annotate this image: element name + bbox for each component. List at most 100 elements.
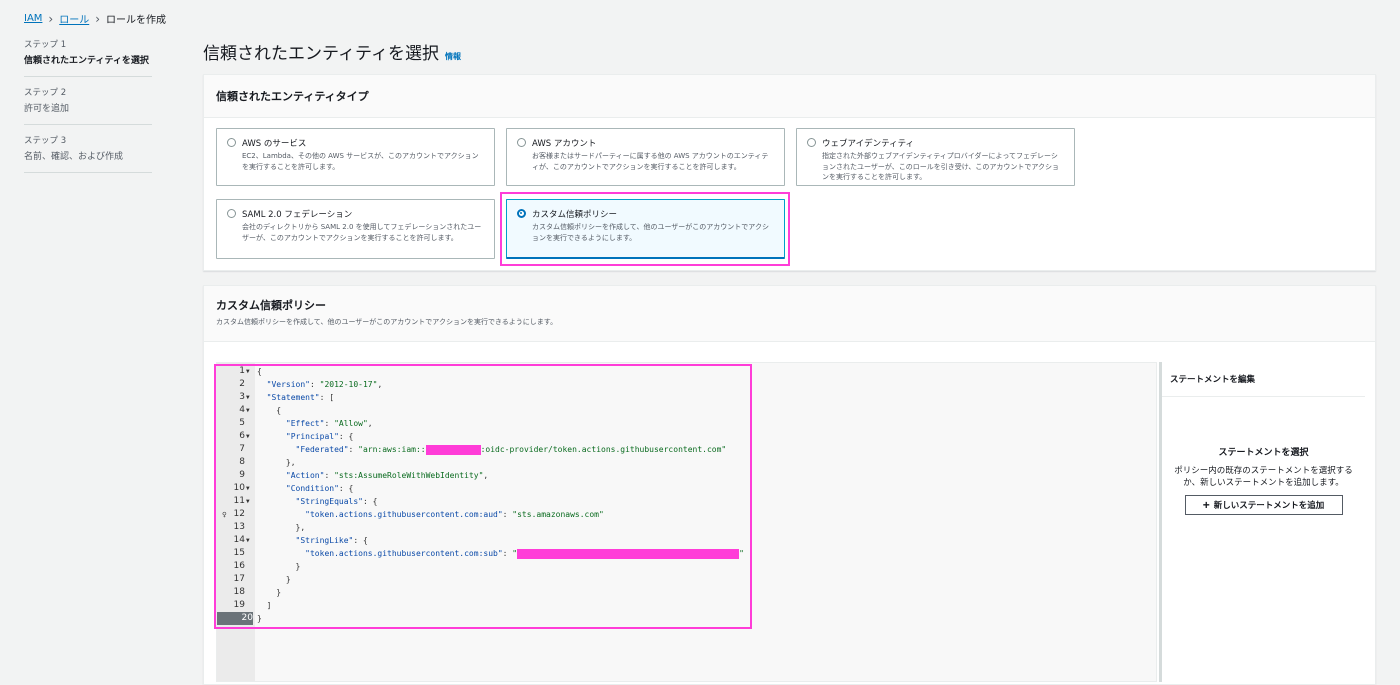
option-title: AWS のサービス [242,139,307,149]
radio-icon[interactable] [517,209,526,218]
wizard-steps: ステップ 1 信頼されたエンティティを選択 ステップ 2 許可を追加 ステップ … [24,38,152,182]
wizard-step-3: ステップ 3 名前、確認、および作成 [24,134,152,173]
trusted-entity-type-panel: 信頼されたエンティティタイプ AWS のサービス EC2、Lambda、その他の… [203,74,1376,271]
code-text: "Version": "2012-10-17", [266,380,383,389]
code-line[interactable]: 17 } [217,573,1156,586]
step-title: 許可を追加 [24,104,70,114]
option-desc: カスタム信頼ポリシーを作成して、他のユーザーがこのアカウントでアクションを実行で… [532,223,769,242]
option-title: AWS アカウント [532,139,597,149]
step-number: ステップ 1 [24,40,67,50]
code-line[interactable]: 6 ▼ "Principal": { [217,430,1156,443]
code-text: }, [257,458,296,467]
option-desc: 会社のディレクトリから SAML 2.0 を使用してフェデレーションされたユーザ… [242,223,482,242]
option-title: カスタム信頼ポリシー [532,210,618,220]
entity-option-saml[interactable]: SAML 2.0 フェデレーション 会社のディレクトリから SAML 2.0 を… [216,199,495,259]
chevron-right-icon: › [48,11,54,26]
line-number: 7 [239,444,245,454]
radio-icon[interactable] [227,138,236,147]
code-text: "Federated": "arn:aws:iam:::oidc-provide… [295,444,727,455]
fold-arrow-icon[interactable]: ▼ [246,495,250,508]
code-text: } [257,614,262,623]
select-statement-desc: ポリシー内の既存のステートメントを選択するか、新しいステートメントを追加します。 [1174,466,1353,489]
step-title: 名前、確認、および作成 [24,152,124,162]
code-line[interactable]: 7 "Federated": "arn:aws:iam:::oidc-provi… [217,443,1156,456]
fold-arrow-icon[interactable]: ▼ [246,391,250,404]
statement-editor-panel: ステートメントを編集 ステートメントを選択 ポリシー内の既存のステートメントを選… [1159,362,1365,682]
code-text: { [257,406,282,415]
code-text: "token.actions.githubusercontent.com:aud… [305,510,604,519]
breadcrumb-current: ロールを作成 [106,15,167,26]
line-number: 10 [233,483,245,493]
radio-icon[interactable] [807,138,816,147]
step-title: 信頼されたエンティティを選択 [24,56,149,66]
line-number: 15 [233,548,245,558]
entity-option-web-identity[interactable]: ウェブアイデンティティ 指定された外部ウェブアイデンティティプロバイダーによって… [796,128,1075,186]
page-title: 信頼されたエンティティを選択 [203,44,439,64]
code-line[interactable]: 11 ▼ "StringEquals": { [217,495,1156,508]
fold-arrow-icon[interactable]: ▼ [246,365,250,378]
code-line[interactable]: 9 "Action": "sts:AssumeRoleWithWebIdenti… [217,469,1156,482]
chevron-right-icon: › [95,11,101,26]
code-text: "Action": "sts:AssumeRoleWithWebIdentity… [285,471,489,480]
entity-option-aws-account[interactable]: AWS アカウント お客様またはサードパーティーに属する他の AWS アカウント… [506,128,785,186]
line-number: 19 [233,600,245,610]
code-text: "Condition": { [285,484,354,493]
add-statement-button[interactable]: + 新しいステートメントを追加 [1184,494,1343,515]
redacted-subject [517,548,740,559]
code-line[interactable]: 19 ] [217,599,1156,612]
code-text: ] [257,601,272,610]
panel-description: カスタム信頼ポリシーを作成して、他のユーザーがこのアカウントでアクションを実行で… [216,318,558,326]
code-line[interactable]: 18 } [217,586,1156,599]
code-line[interactable]: 3 ▼ "Statement": [ [217,391,1156,404]
line-number: 1 [239,366,245,376]
breadcrumb-iam-link[interactable]: IAM [24,13,42,24]
line-number: 11 [233,496,245,506]
code-line[interactable]: 10 ▼ "Condition": { [217,482,1156,495]
radio-icon[interactable] [227,209,236,218]
code-line[interactable]: 2 "Version": "2012-10-17", [217,378,1156,391]
plus-icon: + [1202,497,1210,512]
code-line[interactable]: 5 "Effect": "Allow", [217,417,1156,430]
code-text: } [257,575,291,584]
wizard-step-2: ステップ 2 許可を追加 [24,86,152,125]
code-text: "StringEquals": { [295,497,378,506]
radio-icon[interactable] [517,138,526,147]
line-number: 5 [239,418,245,428]
entity-option-aws-service[interactable]: AWS のサービス EC2、Lambda、その他の AWS サービスが、このアカ… [216,128,495,186]
code-line[interactable]: 12 ♀ "token.actions.githubusercontent.com… [217,508,1156,521]
code-line[interactable]: 20} [217,612,1156,625]
option-title: SAML 2.0 フェデレーション [242,210,353,220]
line-number: 14 [233,535,245,545]
info-link[interactable]: 情報 [445,51,461,62]
wizard-step-1: ステップ 1 信頼されたエンティティを選択 [24,38,152,77]
entity-option-custom-trust-policy[interactable]: カスタム信頼ポリシー カスタム信頼ポリシーを作成して、他のユーザーがこのアカウン… [506,199,785,259]
code-text: { [257,367,262,376]
code-line[interactable]: 14 ▼ "StringLike": { [217,534,1156,547]
code-line[interactable]: 1 ▼ { [217,365,1156,378]
code-text: } [257,562,301,571]
fold-arrow-icon[interactable]: ▼ [246,404,250,417]
code-line[interactable]: 16 } [217,560,1156,573]
code-line[interactable]: 8 }, [217,456,1156,469]
panel-heading: カスタム信頼ポリシー [216,299,326,312]
line-number: 6 [239,431,245,441]
line-number: 8 [239,457,245,467]
code-text: }, [257,523,306,532]
fold-arrow-icon[interactable]: ▼ [246,482,250,495]
step-number: ステップ 3 [24,136,67,146]
line-number: 4 [239,405,245,415]
code-line[interactable]: 4 ▼ { [217,404,1156,417]
lightbulb-icon[interactable]: ♀ [222,508,227,521]
panel-header: 信頼されたエンティティタイプ [204,75,1375,118]
add-statement-label: 新しいステートメントを追加 [1213,499,1325,510]
fold-arrow-icon[interactable]: ▼ [246,430,250,443]
policy-json-editor[interactable]: 1 ▼{2 "Version": "2012-10-17", 3 ▼ "Stateme… [216,362,1157,682]
custom-trust-policy-panel: カスタム信頼ポリシー カスタム信頼ポリシーを作成して、他のユーザーがこのアカウン… [203,285,1376,685]
code-text: } [257,588,282,597]
breadcrumb-role-link[interactable]: ロール [59,11,89,26]
code-line[interactable]: 13 }, [217,521,1156,534]
fold-arrow-icon[interactable]: ▼ [246,534,250,547]
code-line[interactable]: 15 "token.actions.githubusercontent.com:… [217,547,1156,560]
redacted-account-id [425,444,481,455]
panel-header: カスタム信頼ポリシー カスタム信頼ポリシーを作成して、他のユーザーがこのアカウン… [204,286,1375,342]
